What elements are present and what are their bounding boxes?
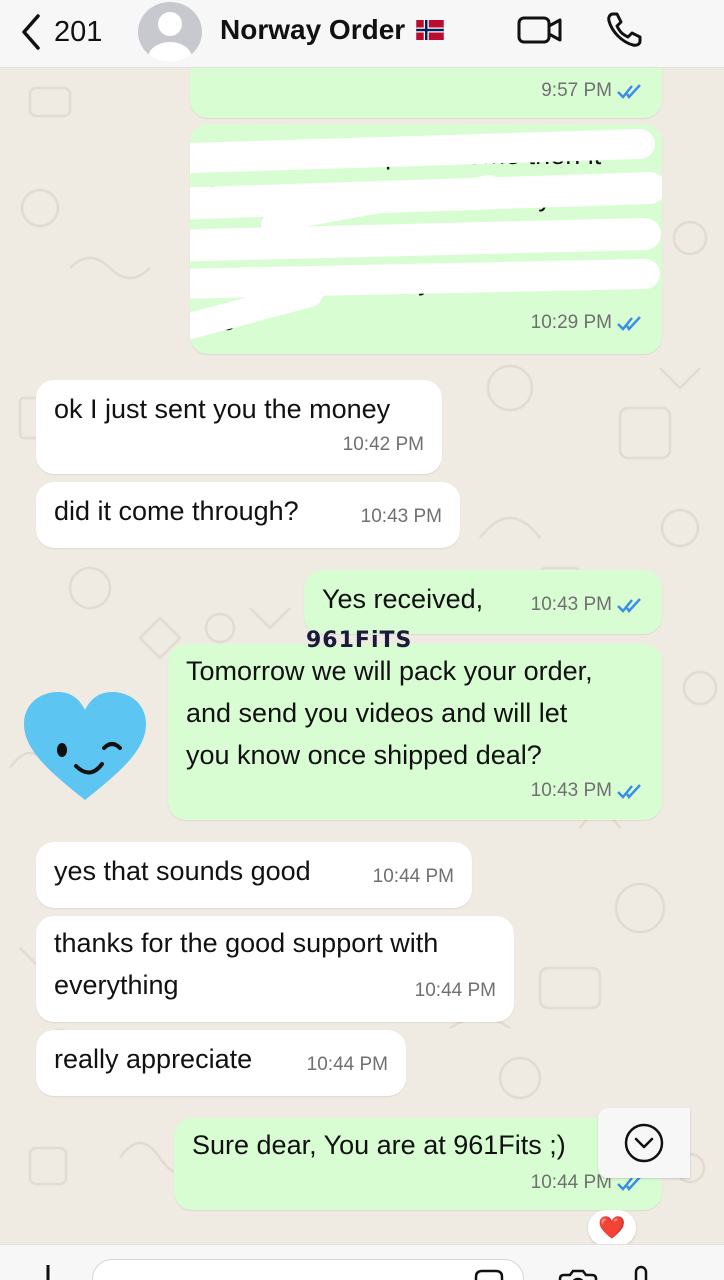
message-incoming[interactable]: thanks for the good support with everyth…: [36, 916, 514, 1022]
back-button[interactable]: 201: [18, 12, 102, 52]
message-time: 10:44 PM: [372, 866, 454, 887]
message-outgoing[interactable]: Tomorrow we will pack your order, and se…: [168, 644, 662, 820]
heart-reaction[interactable]: ❤️: [588, 1210, 636, 1244]
message-time: 10:43 PM: [531, 770, 644, 812]
message-line: Tomorrow we will pack your order,: [186, 656, 593, 686]
chat-title: Norway Order: [220, 14, 406, 45]
camera-icon[interactable]: [558, 1269, 598, 1280]
message-outgoing[interactable]: 9:57 PM: [190, 68, 662, 118]
heart-reaction-emoji: ❤️: [598, 1215, 626, 1240]
message-text: did it come through?: [54, 496, 299, 526]
message-line: thanks for the good support with: [54, 928, 439, 958]
message-text: really appreciate: [54, 1044, 253, 1074]
message-input[interactable]: [92, 1259, 524, 1280]
chat-area[interactable]: 9:57 PM the link have a specific time th…: [0, 68, 724, 1244]
read-ticks-icon: [617, 598, 641, 614]
message-time: 10:42 PM: [342, 434, 424, 455]
message-incoming[interactable]: really appreciate 10:44 PM: [36, 1030, 406, 1096]
message-outgoing[interactable]: Sure dear, You are at 961Fits ;) 10:44 P…: [174, 1118, 662, 1210]
video-call-icon[interactable]: [516, 12, 564, 48]
default-avatar-icon: [148, 12, 192, 62]
message-text: Sure dear, You are at 961Fits ;): [192, 1130, 566, 1160]
norway-flag-icon: [416, 20, 444, 40]
chevron-left-icon: [22, 14, 40, 50]
brand-watermark: 961FiTS: [306, 628, 413, 653]
message-time: 10:43 PM: [531, 584, 644, 626]
message-text: ok I just sent you the money: [54, 394, 391, 424]
message-line: and send you videos and will let: [186, 698, 568, 728]
read-ticks-icon: [617, 784, 641, 800]
message-outgoing-redacted[interactable]: the link have a specific time then it wi…: [190, 124, 662, 354]
message-time: 10:43 PM: [360, 506, 442, 527]
message-outgoing[interactable]: Yes received, 10:43 PM: [304, 570, 662, 634]
message-incoming[interactable]: ok I just sent you the money 10:42 PM: [36, 380, 442, 474]
read-ticks-icon: [617, 84, 641, 100]
message-text: yes that sounds good: [54, 856, 311, 886]
chat-header: 201 Norway Order: [0, 0, 724, 68]
message-line: everything: [54, 970, 179, 1000]
message-time: 10:44 PM: [414, 980, 496, 1001]
message-time: 10:29 PM: [531, 302, 644, 344]
sticker-icon[interactable]: [474, 1269, 504, 1280]
message-input-bar: [0, 1244, 724, 1280]
message-line: you know once shipped deal?: [186, 740, 542, 770]
avatar[interactable]: [138, 2, 202, 62]
scroll-to-bottom-button[interactable]: [598, 1108, 690, 1178]
microphone-icon[interactable]: [630, 1265, 652, 1280]
plus-icon[interactable]: [38, 1263, 58, 1280]
message-time: 10:44 PM: [306, 1054, 388, 1075]
contact-name[interactable]: Norway Order: [220, 14, 445, 46]
message-time: 9:57 PM: [541, 70, 644, 112]
message-text: Yes received,: [322, 584, 484, 614]
message-incoming[interactable]: did it come through? 10:43 PM: [36, 482, 460, 548]
read-ticks-icon: [617, 316, 641, 332]
phone-call-icon[interactable]: [604, 10, 644, 50]
unread-count: 201: [54, 15, 103, 48]
winking-heart-sticker-icon: [24, 692, 146, 800]
message-incoming[interactable]: yes that sounds good 10:44 PM: [36, 842, 472, 908]
chevron-down-circle-icon: [624, 1123, 664, 1163]
